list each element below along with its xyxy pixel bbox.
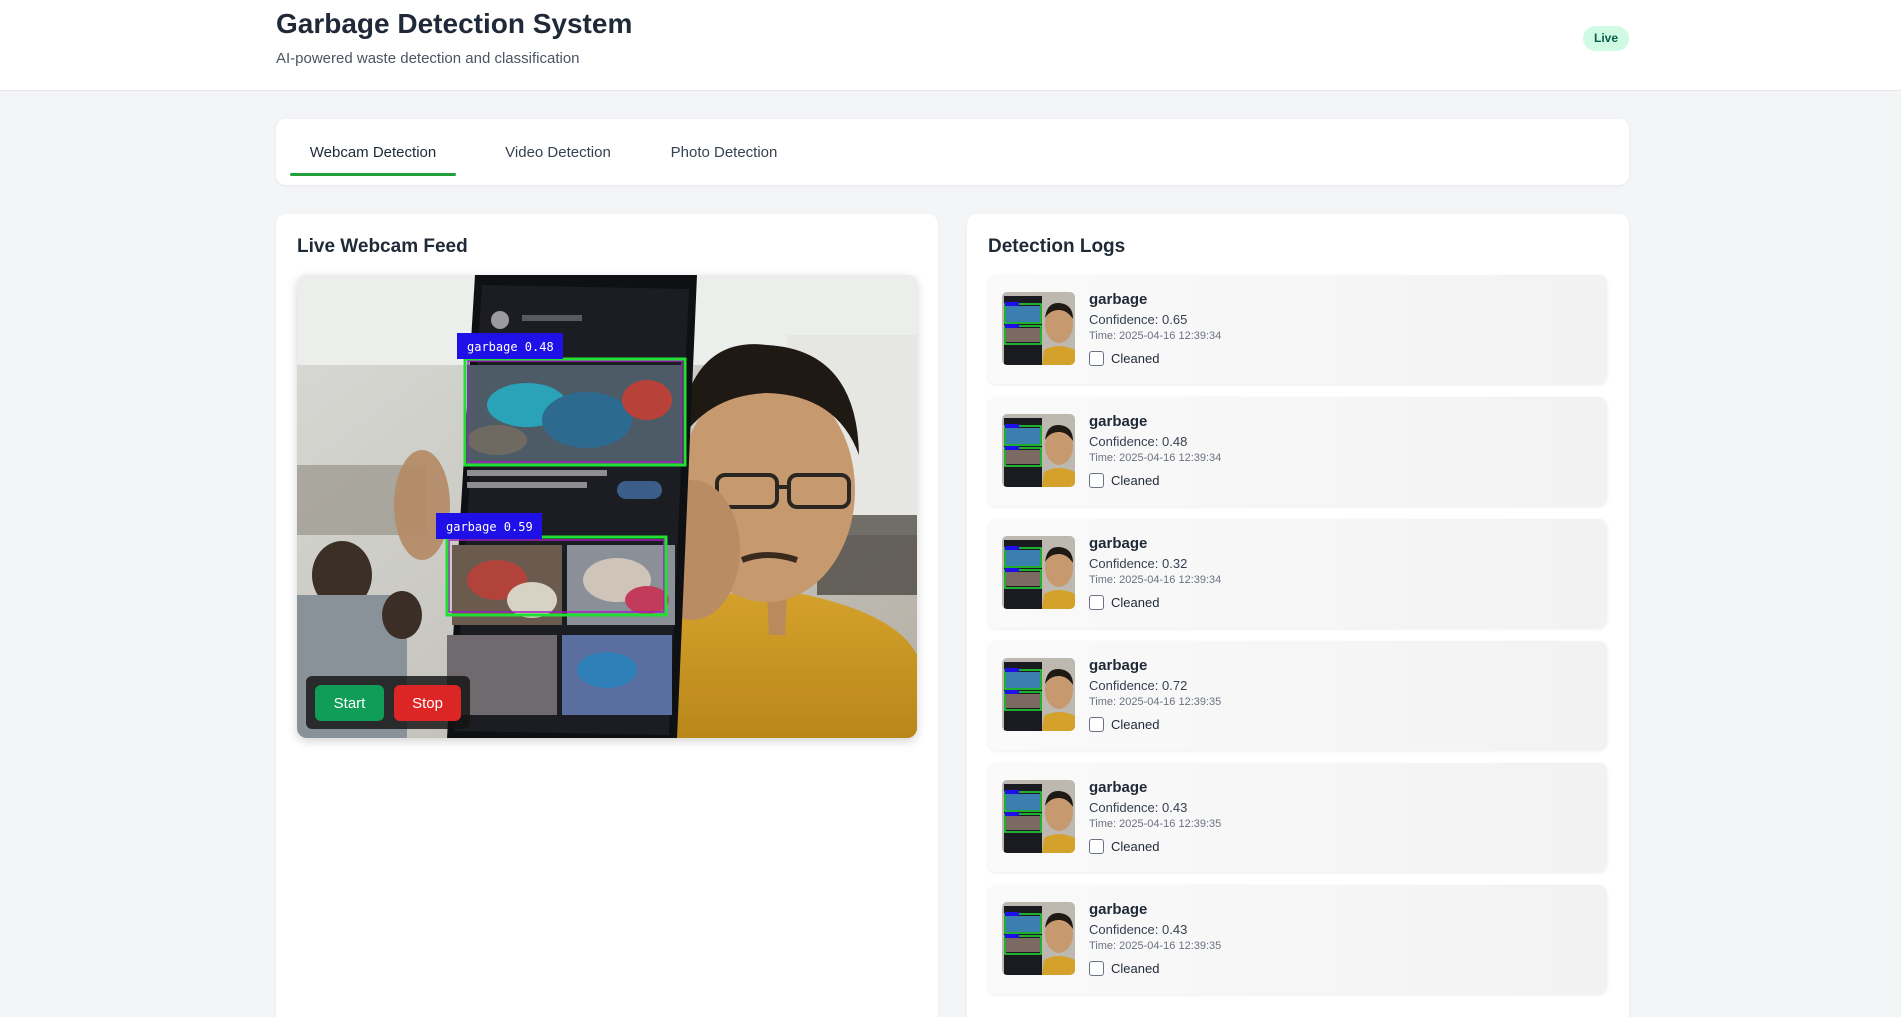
tab-label: Webcam Detection xyxy=(309,144,437,161)
detection-thumbnail xyxy=(1002,414,1075,487)
log-confidence: Confidence: 0.43 xyxy=(1089,922,1188,937)
detection-label: garbage 0.59 xyxy=(446,520,533,534)
cleaned-checkbox-label[interactable]: Cleaned xyxy=(1111,839,1159,854)
detection-thumbnail xyxy=(1002,536,1075,609)
log-class-label: garbage xyxy=(1089,535,1148,552)
detection-logs-panel: Detection Logs garbage Confidence: 0.65 Ti… xyxy=(967,214,1629,1017)
log-timestamp: Time: 2025-04-16 12:39:34 xyxy=(1089,574,1222,586)
feed-controls: Start Stop xyxy=(306,676,470,729)
cleaned-checkbox-label[interactable]: Cleaned xyxy=(1111,961,1159,976)
detection-thumbnail xyxy=(1002,292,1075,365)
detection-thumbnail xyxy=(1002,780,1075,853)
log-timestamp: Time: 2025-04-16 12:39:35 xyxy=(1089,696,1222,708)
log-class-label: garbage xyxy=(1089,901,1148,918)
log-class-label: garbage xyxy=(1089,779,1148,796)
cleaned-checkbox[interactable] xyxy=(1089,595,1104,610)
cleaned-checkbox-label[interactable]: Cleaned xyxy=(1111,473,1159,488)
log-class-label: garbage xyxy=(1089,291,1148,308)
cleaned-checkbox[interactable] xyxy=(1089,351,1104,366)
cleaned-checkbox[interactable] xyxy=(1089,473,1104,488)
log-entry: garbage Confidence: 0.32 Time: 2025-04-16 … xyxy=(988,519,1607,628)
cleaned-checkbox-label[interactable]: Cleaned xyxy=(1111,595,1159,610)
cleaned-checkbox-label[interactable]: Cleaned xyxy=(1111,717,1159,732)
tab-label: Photo Detection xyxy=(670,144,778,161)
detection-thumbnail xyxy=(1002,658,1075,731)
log-entry: garbage Confidence: 0.48 Time: 2025-04-16 … xyxy=(988,397,1607,506)
start-button[interactable]: Start xyxy=(315,685,384,721)
detection-thumbnail xyxy=(1002,902,1075,975)
live-status-badge: Live xyxy=(1583,26,1629,51)
tab-label: Video Detection xyxy=(505,144,611,161)
stop-button[interactable]: Stop xyxy=(394,685,461,721)
log-confidence: Confidence: 0.48 xyxy=(1089,434,1188,449)
log-entry: garbage Confidence: 0.43 Time: 2025-04-16 … xyxy=(988,885,1607,994)
page-subtitle: AI-powered waste detection and classific… xyxy=(276,50,580,67)
log-timestamp: Time: 2025-04-16 12:39:35 xyxy=(1089,818,1222,830)
cleaned-checkbox[interactable] xyxy=(1089,839,1104,854)
webcam-panel-title: Live Webcam Feed xyxy=(297,236,468,257)
log-entry: garbage Confidence: 0.43 Time: 2025-04-16 … xyxy=(988,763,1607,872)
log-confidence: Confidence: 0.72 xyxy=(1089,678,1188,693)
log-confidence: Confidence: 0.65 xyxy=(1089,312,1188,327)
tab-video-detection[interactable]: Video Detection xyxy=(494,144,622,172)
cleaned-checkbox-label[interactable]: Cleaned xyxy=(1111,351,1159,366)
cleaned-checkbox[interactable] xyxy=(1089,961,1104,976)
webcam-panel: Live Webcam Feed garbage 0.48 garbage 0.… xyxy=(276,214,938,1017)
log-timestamp: Time: 2025-04-16 12:39:34 xyxy=(1089,330,1222,342)
webcam-feed: garbage 0.48 garbage 0.59 Start Stop xyxy=(297,275,917,738)
detection-tabs: Webcam Detection Video Detection Photo D… xyxy=(276,119,1629,185)
cleaned-checkbox[interactable] xyxy=(1089,717,1104,732)
log-entry: garbage Confidence: 0.65 Time: 2025-04-16 … xyxy=(988,275,1607,384)
log-timestamp: Time: 2025-04-16 12:39:34 xyxy=(1089,452,1222,464)
log-class-label: garbage xyxy=(1089,413,1148,430)
tab-photo-detection[interactable]: Photo Detection xyxy=(661,144,787,172)
app-header: Garbage Detection System AI-powered wast… xyxy=(0,0,1901,91)
log-confidence: Confidence: 0.43 xyxy=(1089,800,1188,815)
active-tab-indicator xyxy=(290,173,456,176)
webcam-feed-image: garbage 0.48 garbage 0.59 xyxy=(297,275,917,738)
tab-webcam-detection[interactable]: Webcam Detection xyxy=(290,144,456,176)
log-class-label: garbage xyxy=(1089,657,1148,674)
log-timestamp: Time: 2025-04-16 12:39:35 xyxy=(1089,940,1222,952)
page-title: Garbage Detection System xyxy=(276,8,633,39)
detection-label: garbage 0.48 xyxy=(467,340,554,354)
logs-panel-title: Detection Logs xyxy=(988,236,1126,257)
log-confidence: Confidence: 0.32 xyxy=(1089,556,1188,571)
log-entry: garbage Confidence: 0.72 Time: 2025-04-16 … xyxy=(988,641,1607,750)
